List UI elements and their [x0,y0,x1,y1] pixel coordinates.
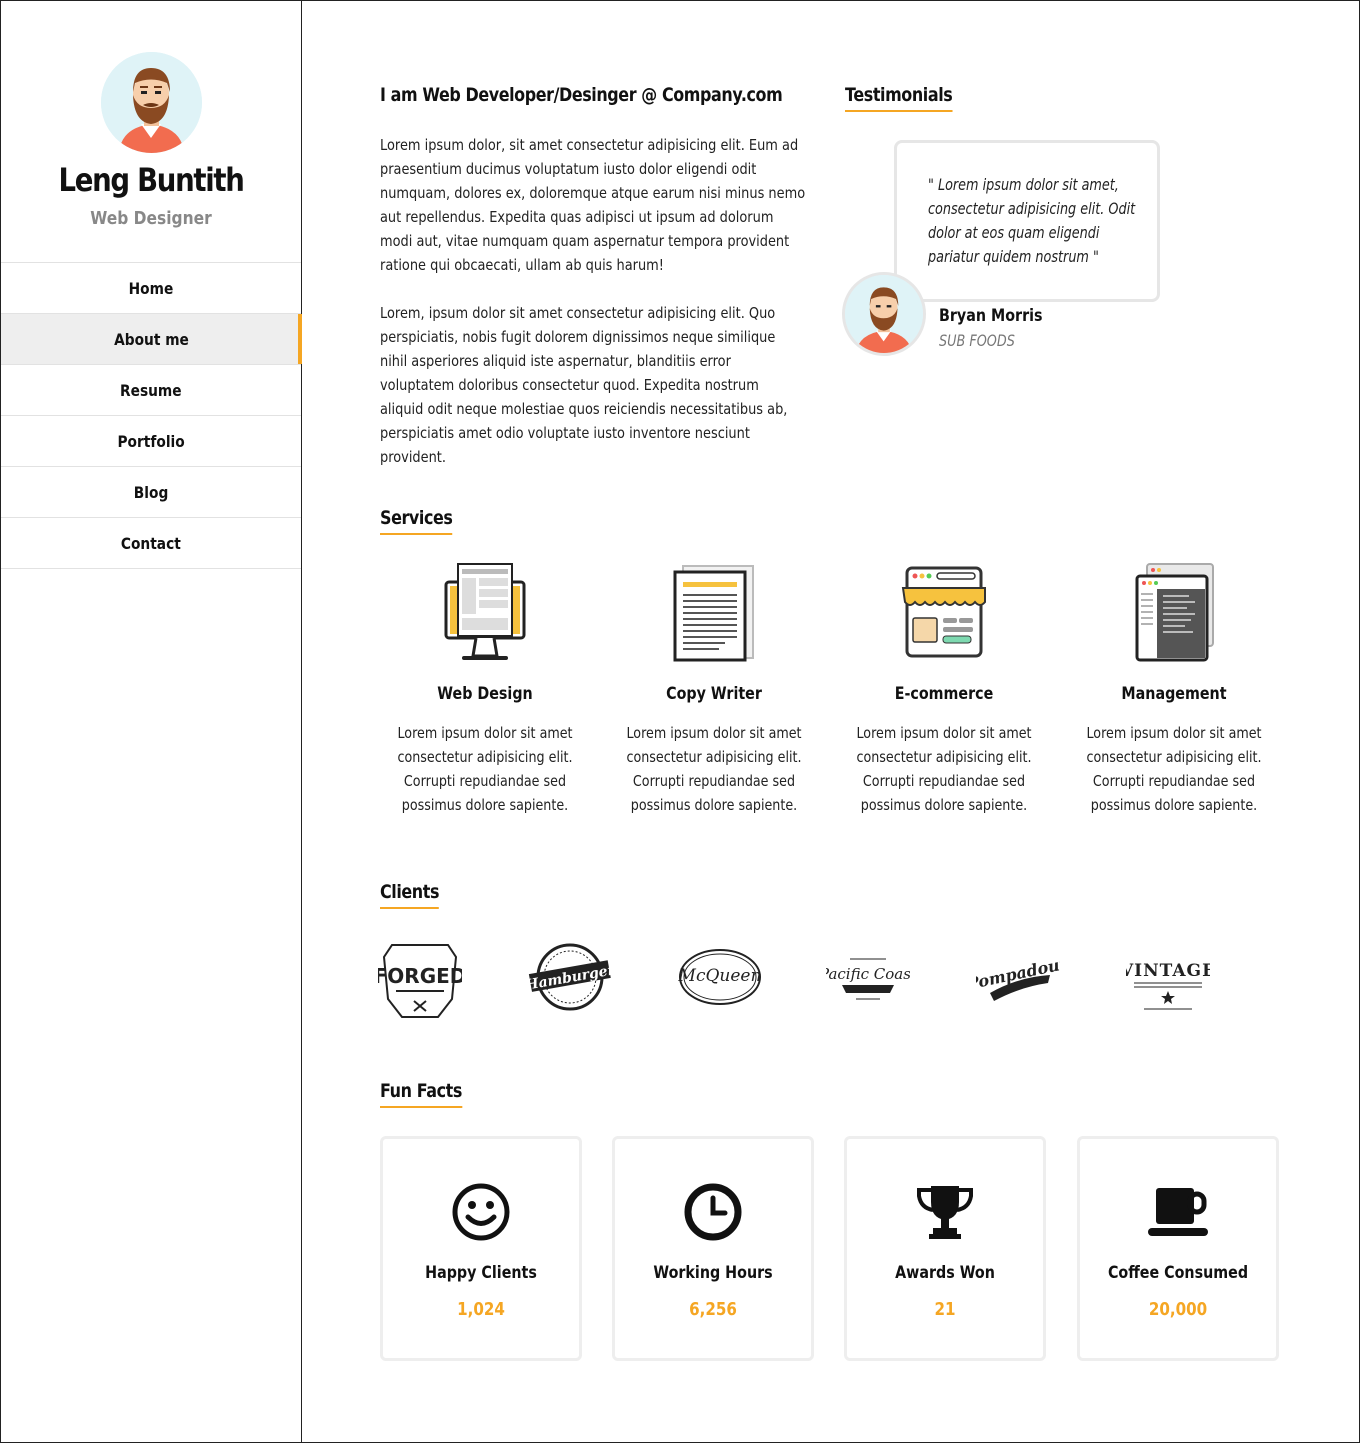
profile-role: Web Designer [90,208,212,229]
testimonial-avatar [842,272,926,356]
service-description: Lorem ipsum dolor sit amet consectetur a… [626,724,802,814]
pacific-coast-logo-icon: Pacific Coast [826,958,910,1000]
nav-item-resume[interactable]: Resume [1,365,301,416]
testimonial-name: Bryan Morris [939,306,1043,326]
trophy-icon [917,1186,973,1239]
nav-item-contact[interactable]: Contact [1,518,301,569]
storefront-icon [901,566,986,658]
pacific-coast-logo-wordmark: Pacific Coast [826,965,910,983]
testimonial-company: SUB FOODS [939,331,1015,350]
fun-facts-heading-text: Fun Facts [380,1080,462,1108]
mcqueen-logo-wordmark: McQueen [678,966,761,986]
coffee-cup-icon [1148,1188,1208,1236]
fun-fact-label: Awards Won [895,1263,995,1283]
client-logo-pacific-coast[interactable]: Pacific Coast [826,935,910,1019]
document-icon [673,565,754,662]
man-avatar-icon [101,52,202,153]
service-title: E-commerce [894,684,994,704]
nav-item-label: Resume [120,380,182,400]
service-card: Web Design Lorem ipsum dolor sit amet co… [370,560,600,817]
man-avatar-icon [845,275,923,353]
sidebar: Leng Buntith Web Designer Home About me … [0,0,302,1443]
hamburger-logo-icon: Hamburger [528,943,612,1011]
client-logo-pompadour[interactable]: Pompadour [976,935,1060,1019]
about-paragraph-2: Lorem, ipsum dolor sit amet consectetur … [380,304,788,466]
nav-item-about-me[interactable]: About me [1,314,302,365]
vintage-logo-icon: VINTAGE [1126,961,1210,1010]
fun-facts-heading: Fun Facts [380,1080,462,1108]
nav-item-label: Home [128,278,174,298]
fun-fact-value: 21 [934,1299,956,1320]
client-logo-hamburger[interactable]: Hamburger [528,935,612,1019]
nav-item-label: Portfolio [117,431,185,451]
client-logo-forged[interactable]: FORGED [378,935,462,1019]
profile-name: Leng Buntith [58,161,244,199]
nav-item-label: Contact [121,533,181,553]
main-nav: Home About me Resume Portfolio Blog Cont… [1,262,302,569]
fun-fact-card: Awards Won 21 [844,1136,1046,1361]
service-title: Web Design [437,684,533,704]
nav-item-label: Blog [133,482,169,502]
smiley-icon [452,1183,510,1241]
testimonial-quote: " Lorem ipsum dolor sit amet, consectetu… [928,175,1136,266]
nav-item-blog[interactable]: Blog [1,467,301,518]
fun-fact-card: Working Hours 6,256 [612,1136,814,1361]
service-card: Copy Writer Lorem ipsum dolor sit amet c… [599,560,829,817]
clients-heading: Clients [380,881,439,909]
clock-icon [684,1183,742,1241]
nav-item-portfolio[interactable]: Portfolio [1,416,301,467]
testimonials-heading: Testimonials [845,84,953,112]
service-title: Management [1121,684,1227,704]
forged-logo-icon: FORGED [378,944,462,1018]
fun-fact-card: Coffee Consumed 20,000 [1077,1136,1279,1361]
fun-fact-label: Coffee Consumed [1107,1263,1249,1283]
about-paragraph-1: Lorem ipsum dolor, sit amet consectetur … [380,136,806,274]
fun-fact-value: 20,000 [1148,1299,1208,1320]
browser-windows-icon [1135,563,1214,662]
clients-heading-text: Clients [380,881,439,909]
nav-item-label: About me [113,329,189,349]
mcqueen-logo-icon: McQueen [678,949,761,1005]
service-description: Lorem ipsum dolor sit amet consectetur a… [1086,724,1262,814]
client-logo-mcqueen[interactable]: McQueen [678,935,762,1019]
nav-item-home[interactable]: Home [1,263,301,314]
monitor-icon [444,563,526,660]
services-heading-text: Services [380,507,453,535]
testimonials-heading-text: Testimonials [845,84,953,112]
service-description: Lorem ipsum dolor sit amet consectetur a… [856,724,1032,814]
service-card: Management Lorem ipsum dolor sit amet co… [1059,560,1289,817]
about-heading: I am Web Developer/Desinger @ Company.co… [380,84,783,106]
service-card: E-commerce Lorem ipsum dolor sit amet co… [829,560,1059,817]
fun-fact-value: 1,024 [457,1299,505,1320]
fun-fact-label: Happy Clients [425,1263,537,1283]
pompadour-logo-icon: Pompadour [976,953,1060,1001]
service-description: Lorem ipsum dolor sit amet consectetur a… [397,724,573,814]
fun-fact-card: Happy Clients 1,024 [380,1136,582,1361]
fun-fact-label: Working Hours [653,1263,773,1283]
avatar [101,52,202,153]
services-heading: Services [380,507,453,535]
vintage-logo-wordmark: VINTAGE [1126,961,1210,981]
forged-logo-wordmark: FORGED [378,964,462,988]
service-title: Copy Writer [666,684,762,704]
client-logo-vintage[interactable]: VINTAGE [1126,935,1210,1019]
fun-fact-value: 6,256 [689,1299,737,1320]
